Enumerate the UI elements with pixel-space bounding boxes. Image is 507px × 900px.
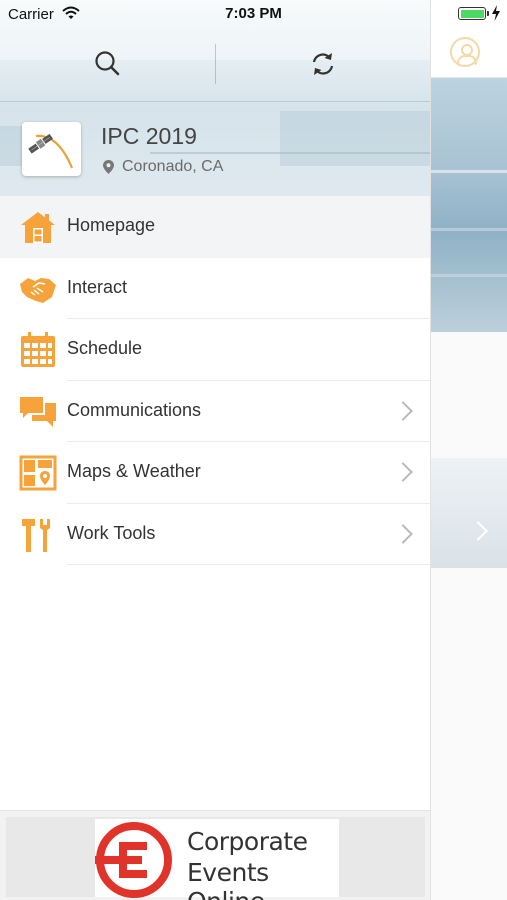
toolbar-divider <box>215 44 216 84</box>
event-location: Coronado, CA <box>122 158 224 175</box>
refresh-icon <box>312 53 334 75</box>
sponsor-bar: Corporate Events Online <box>0 810 430 900</box>
menu-item-work-tools[interactable]: Work Tools <box>0 504 430 565</box>
side-drawer: IPC 2019 Coronado, CA Homepage Interact … <box>0 0 431 900</box>
drawer-menu: Homepage Interact Schedule Communication… <box>0 196 430 565</box>
menu-item-maps-weather[interactable]: Maps & Weather <box>0 442 430 504</box>
chat-bubbles-icon <box>20 396 56 427</box>
drawer-toolbar <box>0 28 430 102</box>
main-card[interactable] <box>431 458 507 568</box>
chevron-right-icon <box>393 400 413 421</box>
menu-separator <box>67 564 430 565</box>
map-icon <box>19 455 57 491</box>
sponsor-banner[interactable]: Corporate Events Online <box>6 817 425 900</box>
handshake-icon <box>20 277 56 303</box>
menu-label-interact: Interact <box>67 276 128 297</box>
event-logo <box>22 122 81 176</box>
search-button[interactable] <box>86 42 130 86</box>
chevron-right-icon <box>393 462 413 482</box>
menu-label-schedule: Schedule <box>67 338 143 358</box>
menu-item-interact[interactable]: Interact <box>0 258 430 319</box>
menu-item-communications[interactable]: Communications <box>0 381 430 442</box>
drawer-header: IPC 2019 Coronado, CA <box>0 0 430 196</box>
menu-item-schedule[interactable]: Schedule <box>0 319 430 381</box>
main-hero-image <box>431 78 507 332</box>
calendar-icon <box>21 332 55 367</box>
status-time: 7:03 PM <box>225 5 282 22</box>
menu-label-work-tools: Work Tools <box>67 522 156 543</box>
main-screen-peek[interactable] <box>431 0 507 900</box>
chevron-right-icon <box>393 523 413 544</box>
menu-item-homepage[interactable]: Homepage <box>0 196 430 258</box>
sponsor-name-line1: Corporate <box>187 827 308 856</box>
satellite-logo-icon <box>28 133 74 169</box>
battery-icon <box>458 7 489 20</box>
search-icon <box>95 51 120 76</box>
corporate-events-online-logo <box>95 822 172 898</box>
menu-label-communications: Communications <box>67 399 202 420</box>
event-card[interactable]: IPC 2019 Coronado, CA <box>0 103 430 196</box>
menu-label-homepage: Homepage <box>67 215 156 235</box>
charging-icon <box>492 5 500 21</box>
user-avatar-icon[interactable] <box>450 37 480 67</box>
status-bar: Carrier 7:03 PM <box>0 0 507 28</box>
refresh-button[interactable] <box>301 42 345 86</box>
sponsor-logo: Corporate Events Online <box>95 819 339 900</box>
tools-icon <box>22 518 50 552</box>
event-title: IPC 2019 <box>101 123 197 149</box>
location-pin-icon <box>103 160 114 174</box>
sponsor-name-line2: Events Online <box>187 858 269 900</box>
home-icon <box>21 212 55 243</box>
menu-label-maps-weather: Maps & Weather <box>67 461 201 481</box>
